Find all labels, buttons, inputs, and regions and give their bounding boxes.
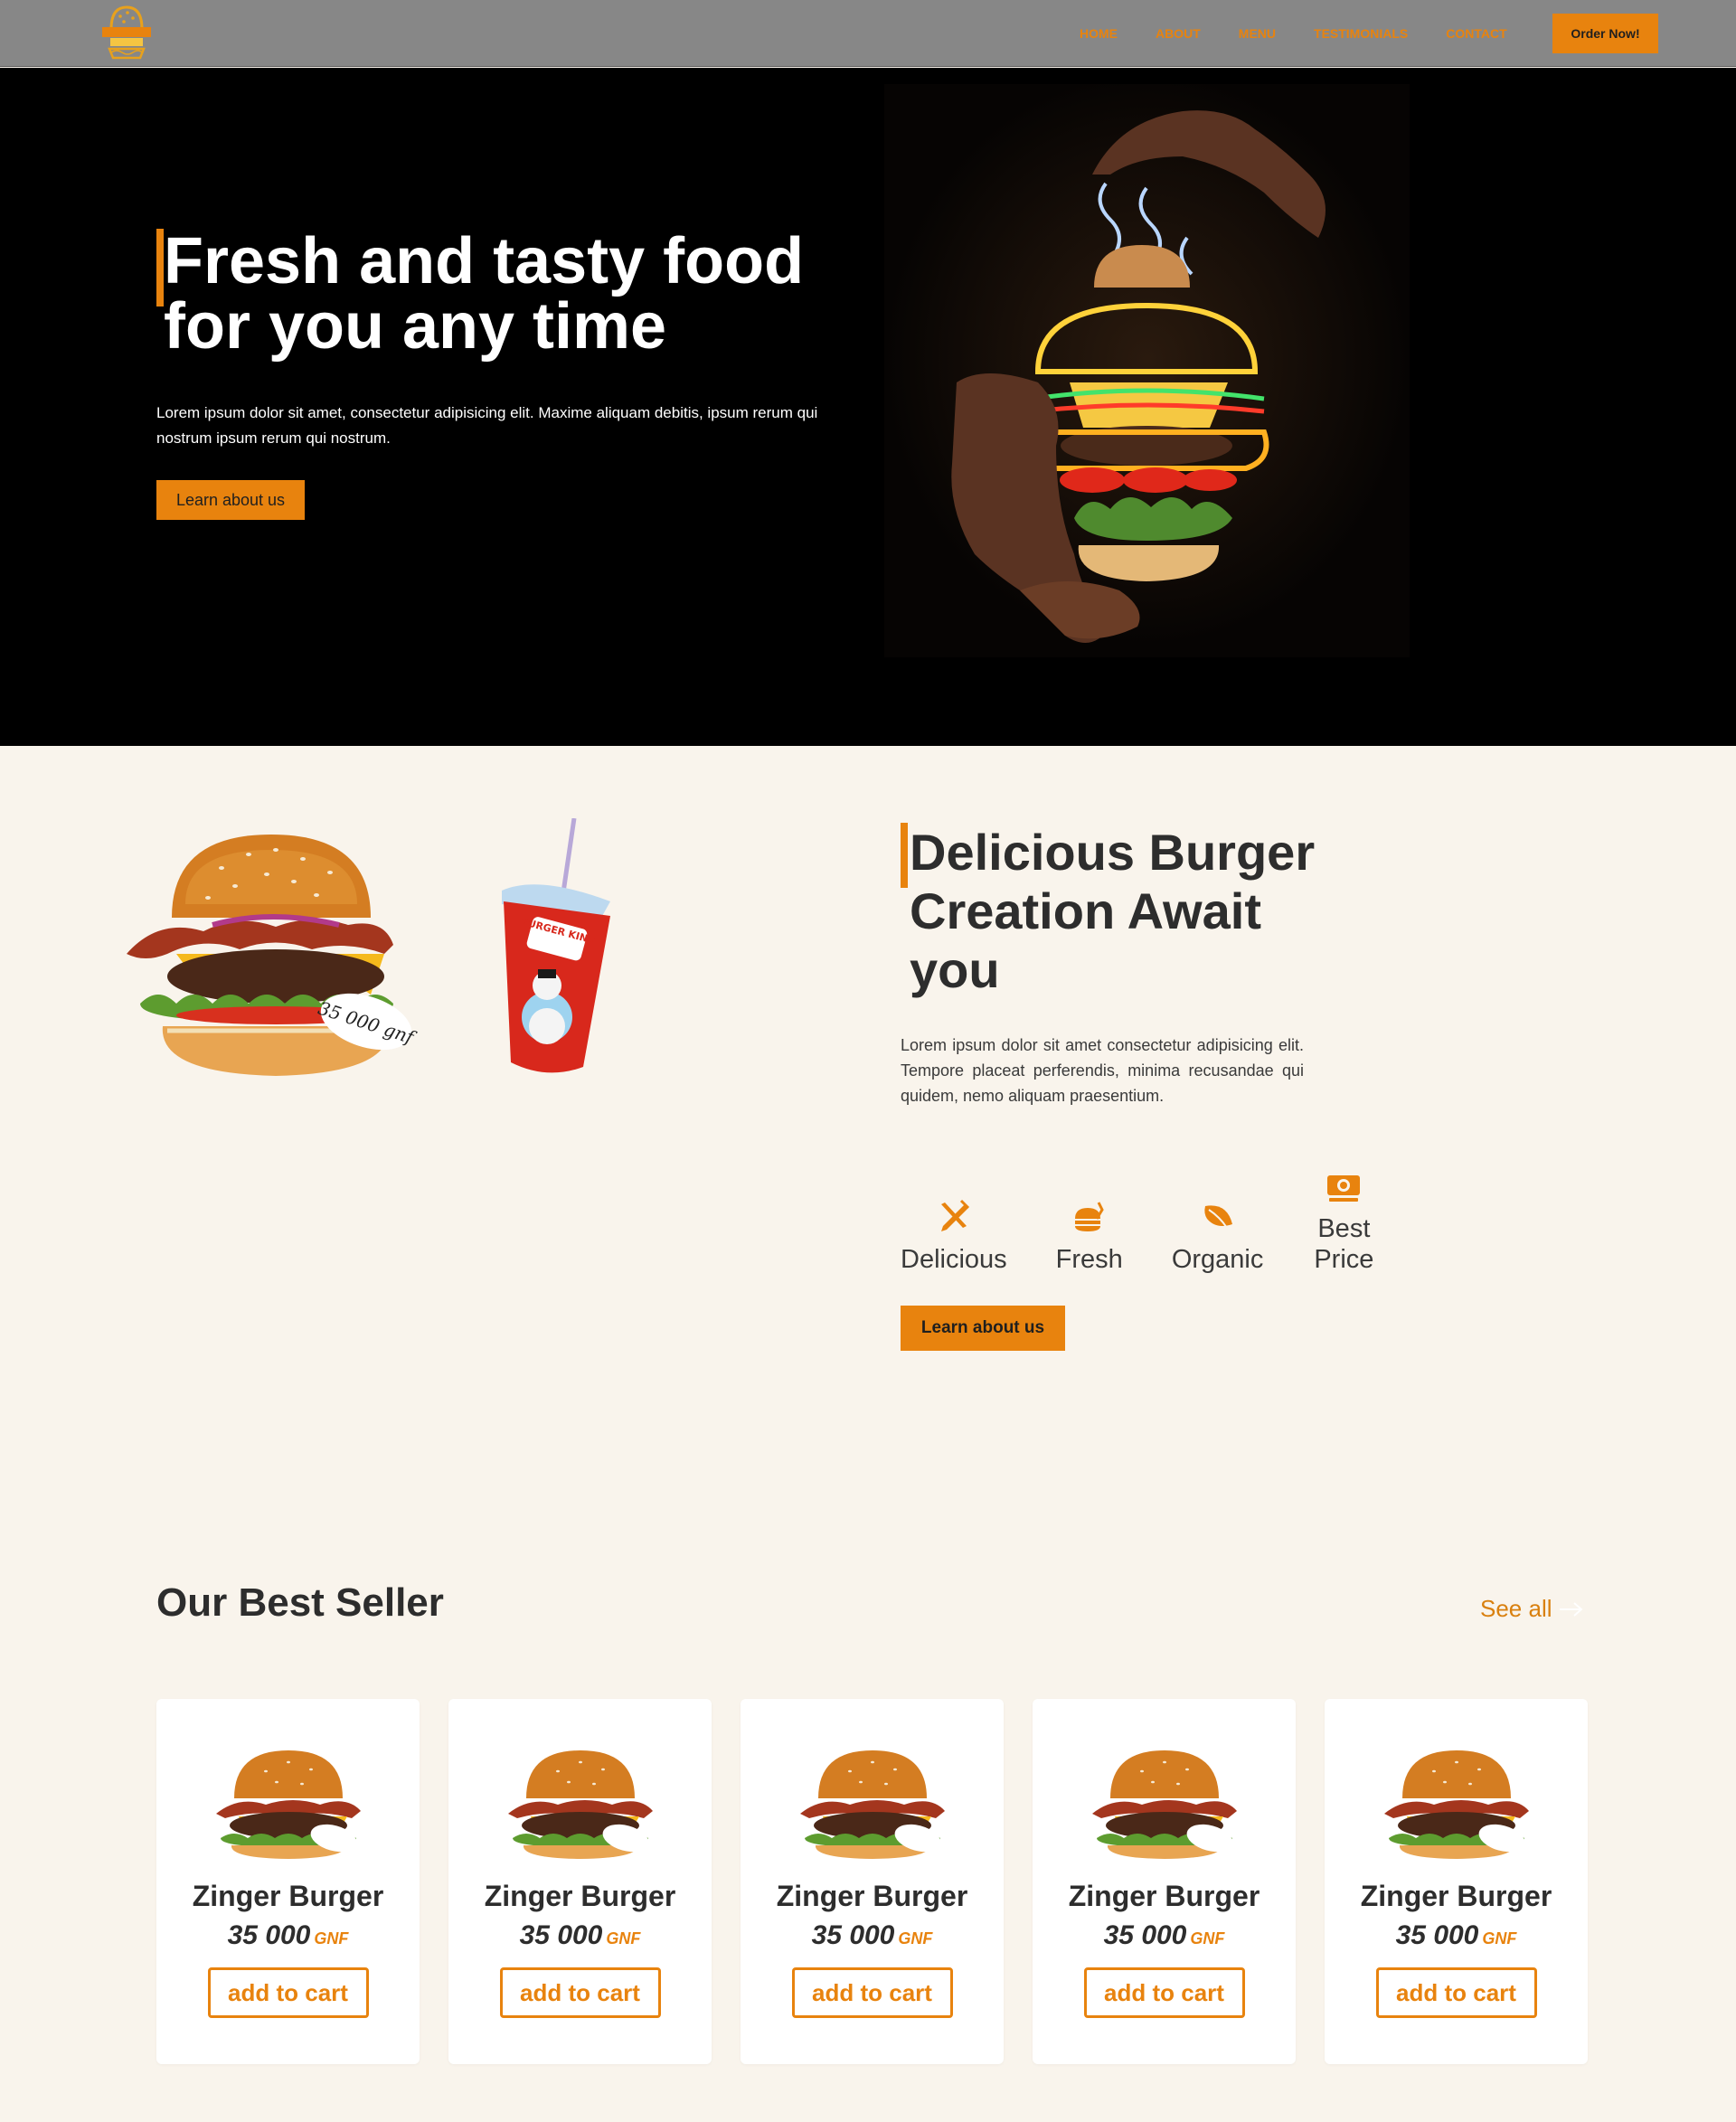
see-all-label: See all	[1480, 1595, 1552, 1622]
product-currency: GNF	[314, 1929, 349, 1948]
product-currency: GNF	[898, 1929, 933, 1948]
product-card: Zinger Burger 35 000 GNF add to cart	[448, 1699, 712, 2064]
arrow-right-icon	[1559, 1601, 1583, 1617]
feature-fresh: Fresh	[1056, 1157, 1123, 1275]
product-name: Zinger Burger	[192, 1880, 384, 1912]
product-name: Zinger Burger	[776, 1880, 968, 1912]
burger-and-drink-image: 35 000 gnf BURGER KING	[122, 817, 628, 1089]
nav-links: HOME ABOUT MENU TESTIMONIALS CONTACT	[1080, 0, 1545, 67]
product-price-value: 35 000	[1103, 1920, 1187, 1950]
product-price-value: 35 000	[519, 1920, 603, 1950]
utensils-icon	[940, 1199, 969, 1231]
product-card: Zinger Burger 35 000 GNF add to cart	[741, 1699, 1004, 2064]
nav-link-contact[interactable]: CONTACT	[1446, 26, 1506, 41]
nav-link-testimonials[interactable]: TESTIMONIALS	[1314, 26, 1408, 41]
burger-image	[1091, 1750, 1237, 1859]
hero-learn-button[interactable]: Learn about us	[156, 480, 305, 520]
hero-neon-burger-image	[884, 84, 1410, 657]
nav-link-home[interactable]: HOME	[1080, 26, 1118, 41]
about-description: Lorem ipsum dolor sit amet consectetur a…	[901, 1036, 1304, 1105]
features-list: Delicious Fresh Organic Best Price	[901, 1157, 1424, 1275]
burger-image	[799, 1750, 945, 1859]
product-name: Zinger Burger	[1068, 1880, 1260, 1912]
product-currency: GNF	[1482, 1929, 1517, 1948]
add-to-cart-button[interactable]: add to cart	[791, 1967, 953, 2018]
product-currency: GNF	[1190, 1929, 1225, 1948]
about-learn-button[interactable]: Learn about us	[901, 1306, 1065, 1351]
hero-section: Fresh and tasty food for you any time Lo…	[0, 68, 1736, 746]
feature-label: Organic	[1171, 1245, 1264, 1274]
product-price-value: 35 000	[227, 1920, 311, 1950]
nav-link-about[interactable]: ABOUT	[1156, 26, 1201, 41]
money-icon	[1327, 1175, 1361, 1202]
best-seller-title: Our Best Seller	[156, 1580, 444, 1625]
hero-title-line2: for you any time	[164, 290, 667, 363]
feature-best-price: Best Price	[1312, 1157, 1375, 1275]
product-price: 35 000 GNF	[812, 1920, 933, 1951]
product-card: Zinger Burger 35 000 GNF add to cart	[1033, 1699, 1296, 2064]
add-to-cart-button[interactable]: add to cart	[1375, 1967, 1537, 2018]
feature-delicious: Delicious	[901, 1157, 1007, 1275]
burger-image	[1383, 1750, 1529, 1859]
feature-organic: Organic	[1171, 1157, 1264, 1275]
hero-title-line1: Fresh and tasty food	[164, 225, 805, 297]
see-all-link[interactable]: See all	[1480, 1595, 1585, 1623]
about-title: Delicious Burger Creation Await you	[910, 824, 1316, 998]
product-price: 35 000 GNF	[520, 1920, 641, 1951]
burger-image	[215, 1750, 361, 1859]
product-currency: GNF	[606, 1929, 641, 1948]
burger-image	[507, 1750, 653, 1859]
add-to-cart-button[interactable]: add to cart	[499, 1967, 661, 2018]
top-navbar: HOME ABOUT MENU TESTIMONIALS CONTACT Ord…	[0, 0, 1736, 67]
product-card: Zinger Burger 35 000 GNF add to cart	[1325, 1699, 1588, 2064]
product-card: Zinger Burger 35 000 GNF add to cart	[156, 1699, 420, 2064]
add-to-cart-button[interactable]: add to cart	[207, 1967, 369, 2018]
add-to-cart-button[interactable]: add to cart	[1083, 1967, 1245, 2018]
fresh-food-icon	[1074, 1202, 1104, 1231]
feature-label: Best Price	[1314, 1214, 1374, 1274]
burger-king-logo[interactable]	[95, 2, 158, 65]
feature-label: Fresh	[1055, 1245, 1123, 1274]
product-price-value: 35 000	[1395, 1920, 1479, 1950]
product-name: Zinger Burger	[1360, 1880, 1552, 1912]
order-now-button[interactable]: Order Now!	[1552, 14, 1658, 53]
product-price: 35 000 GNF	[228, 1920, 349, 1951]
product-price: 35 000 GNF	[1104, 1920, 1225, 1951]
product-price-value: 35 000	[811, 1920, 895, 1950]
product-name: Zinger Burger	[484, 1880, 676, 1912]
nav-link-menu[interactable]: MENU	[1239, 26, 1276, 41]
leaf-icon	[1203, 1205, 1232, 1229]
hero-title: Fresh and tasty food for you any time	[156, 229, 844, 359]
feature-label: Delicious	[901, 1245, 1007, 1274]
product-price: 35 000 GNF	[1396, 1920, 1517, 1951]
product-cards: Zinger Burger 35 000 GNF add to cart Zing…	[156, 1699, 1617, 2064]
hero-description: Lorem ipsum dolor sit amet, consectetur …	[156, 404, 818, 447]
